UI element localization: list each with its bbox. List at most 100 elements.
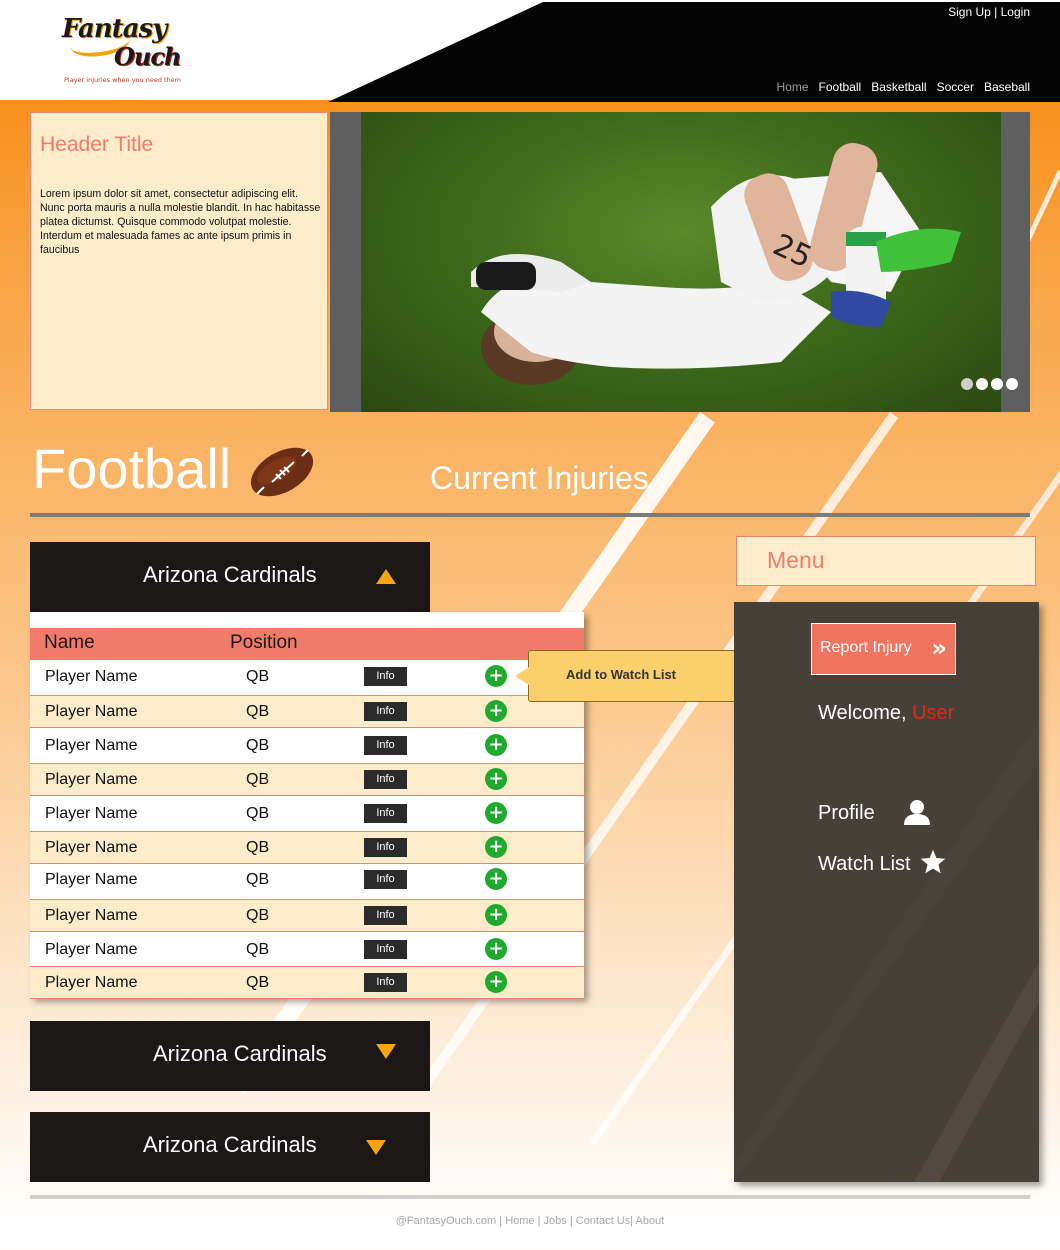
user-menu-panel: Report Injury » Welcome, User Profile Wa… <box>734 602 1039 1182</box>
player-name: Player Name <box>45 871 138 888</box>
menu-header: Menu <box>736 536 1036 586</box>
footer-link-jobs[interactable]: Jobs <box>544 1215 567 1227</box>
info-button[interactable]: Info <box>364 940 407 959</box>
team-name: Arizona Cardinals <box>143 1132 317 1157</box>
table-row: Player Name QB Info + <box>30 864 584 897</box>
welcome-message: Welcome, User <box>818 702 954 725</box>
logo-text-fantasy: Fantasy <box>62 14 167 44</box>
signup-link[interactable]: Sign Up <box>948 5 991 19</box>
info-button[interactable]: Info <box>364 804 407 823</box>
footer: @FantasyOuch.com | Home | Jobs | Contact… <box>395 1215 665 1227</box>
table-row: Player Name QB Info + <box>30 763 584 796</box>
username[interactable]: User <box>912 702 954 724</box>
table-row: Player Name QB Info + <box>30 966 584 999</box>
hero-title: Header Title <box>40 133 154 156</box>
tooltip-text: Add to Watch List <box>566 667 677 682</box>
player-name: Player Name <box>45 737 138 754</box>
player-name: Player Name <box>45 771 138 788</box>
watchlist-link[interactable]: Watch List <box>818 853 911 876</box>
footer-divider <box>30 1195 1030 1199</box>
panel-decor-stripes <box>734 722 1039 1182</box>
player-position: QB <box>246 839 270 856</box>
team-accordion-header[interactable]: Arizona Cardinals <box>30 542 430 612</box>
player-name: Player Name <box>45 839 138 856</box>
add-to-watchlist-icon[interactable]: + <box>485 904 507 926</box>
nav-item-baseball[interactable]: Baseball <box>984 80 1030 94</box>
footer-link-about[interactable]: About <box>635 1215 664 1227</box>
footer-link-home[interactable]: Home <box>505 1215 534 1227</box>
player-position: QB <box>246 805 270 822</box>
player-position: QB <box>246 737 270 754</box>
hero-photo-injured-player: 25 <box>361 112 1001 412</box>
table-row: Player Name QB Info + <box>30 661 584 694</box>
player-name: Player Name <box>45 907 138 924</box>
carousel-dot-1[interactable] <box>961 378 973 390</box>
login-link[interactable]: Login <box>1001 5 1030 19</box>
nav-item-basketball[interactable]: Basketball <box>871 80 926 94</box>
logo-tagline: Player injuries when you need them <box>64 76 182 84</box>
table-row: Player Name QB Info + <box>30 695 584 728</box>
player-position: QB <box>246 703 270 720</box>
expand-arrow-icon[interactable] <box>366 1140 386 1155</box>
player-name: Player Name <box>45 974 138 991</box>
nav-item-soccer[interactable]: Soccer <box>937 80 974 94</box>
carousel-dot-2[interactable] <box>976 378 988 390</box>
add-to-watchlist-icon[interactable]: + <box>485 868 507 890</box>
info-button[interactable]: Info <box>364 667 407 686</box>
player-position: QB <box>246 941 270 958</box>
hero-text-panel: Header Title Lorem ipsum dolor sit amet,… <box>30 112 328 410</box>
report-injury-button[interactable]: Report Injury » <box>811 623 956 675</box>
info-button[interactable]: Info <box>364 770 407 789</box>
star-icon[interactable] <box>919 848 947 880</box>
table-row: Player Name QB Info + <box>30 730 584 763</box>
player-position: QB <box>246 871 270 888</box>
add-to-watchlist-icon[interactable]: + <box>485 768 507 790</box>
player-position: QB <box>246 974 270 991</box>
team-name: Arizona Cardinals <box>143 562 317 587</box>
carousel-dot-3[interactable] <box>991 378 1003 390</box>
expand-arrow-icon[interactable] <box>376 1044 396 1059</box>
table-row: Player Name QB Info + <box>30 798 584 831</box>
nav-item-home[interactable]: Home <box>777 80 809 94</box>
info-button[interactable]: Info <box>364 736 407 755</box>
carousel-dot-4[interactable] <box>1006 378 1018 390</box>
hero-carousel[interactable]: 25 <box>330 112 1030 412</box>
team-accordion-header[interactable]: Arizona Cardinals <box>30 1112 430 1182</box>
add-to-watchlist-icon[interactable]: + <box>485 938 507 960</box>
info-button[interactable]: Info <box>364 838 407 857</box>
user-icon[interactable] <box>902 799 932 829</box>
menu-title: Menu <box>767 547 825 573</box>
table-row: Player Name QB Info + <box>30 899 584 932</box>
section-title: Football <box>32 437 232 500</box>
football-icon <box>250 442 314 506</box>
add-to-watchlist-icon[interactable]: + <box>485 836 507 858</box>
injury-table: Name Position Player Name QB Info + Play… <box>30 612 584 999</box>
info-button[interactable]: Info <box>364 870 407 889</box>
report-injury-label: Report Injury <box>820 639 912 656</box>
double-chevron-right-icon: » <box>931 634 947 662</box>
section-divider <box>30 513 1030 517</box>
logo-text-ouch: Ouch <box>114 42 181 71</box>
info-button[interactable]: Info <box>364 973 407 992</box>
nav-item-football[interactable]: Football <box>819 80 862 94</box>
player-position: QB <box>246 907 270 924</box>
add-to-watchlist-icon[interactable]: + <box>485 734 507 756</box>
player-name: Player Name <box>45 941 138 958</box>
tooltip-pointer <box>515 667 529 685</box>
footer-link-contact[interactable]: Contact Us <box>576 1215 630 1227</box>
welcome-prefix: Welcome, <box>818 702 907 724</box>
player-name: Player Name <box>45 703 138 720</box>
collapse-arrow-icon[interactable] <box>376 569 396 584</box>
profile-link[interactable]: Profile <box>818 802 875 825</box>
brand-logo[interactable]: Fantasy Ouch Player injuries when you ne… <box>62 12 192 90</box>
team-name: Arizona Cardinals <box>153 1041 327 1066</box>
add-to-watchlist-icon[interactable]: + <box>485 700 507 722</box>
add-to-watchlist-icon[interactable]: + <box>485 802 507 824</box>
add-to-watchlist-icon[interactable]: + <box>485 665 507 687</box>
team-accordion-header[interactable]: Arizona Cardinals <box>30 1021 430 1091</box>
player-position: QB <box>246 668 270 685</box>
info-button[interactable]: Info <box>364 702 407 721</box>
info-button[interactable]: Info <box>364 906 407 925</box>
player-name: Player Name <box>45 805 138 822</box>
add-to-watchlist-icon[interactable]: + <box>485 971 507 993</box>
